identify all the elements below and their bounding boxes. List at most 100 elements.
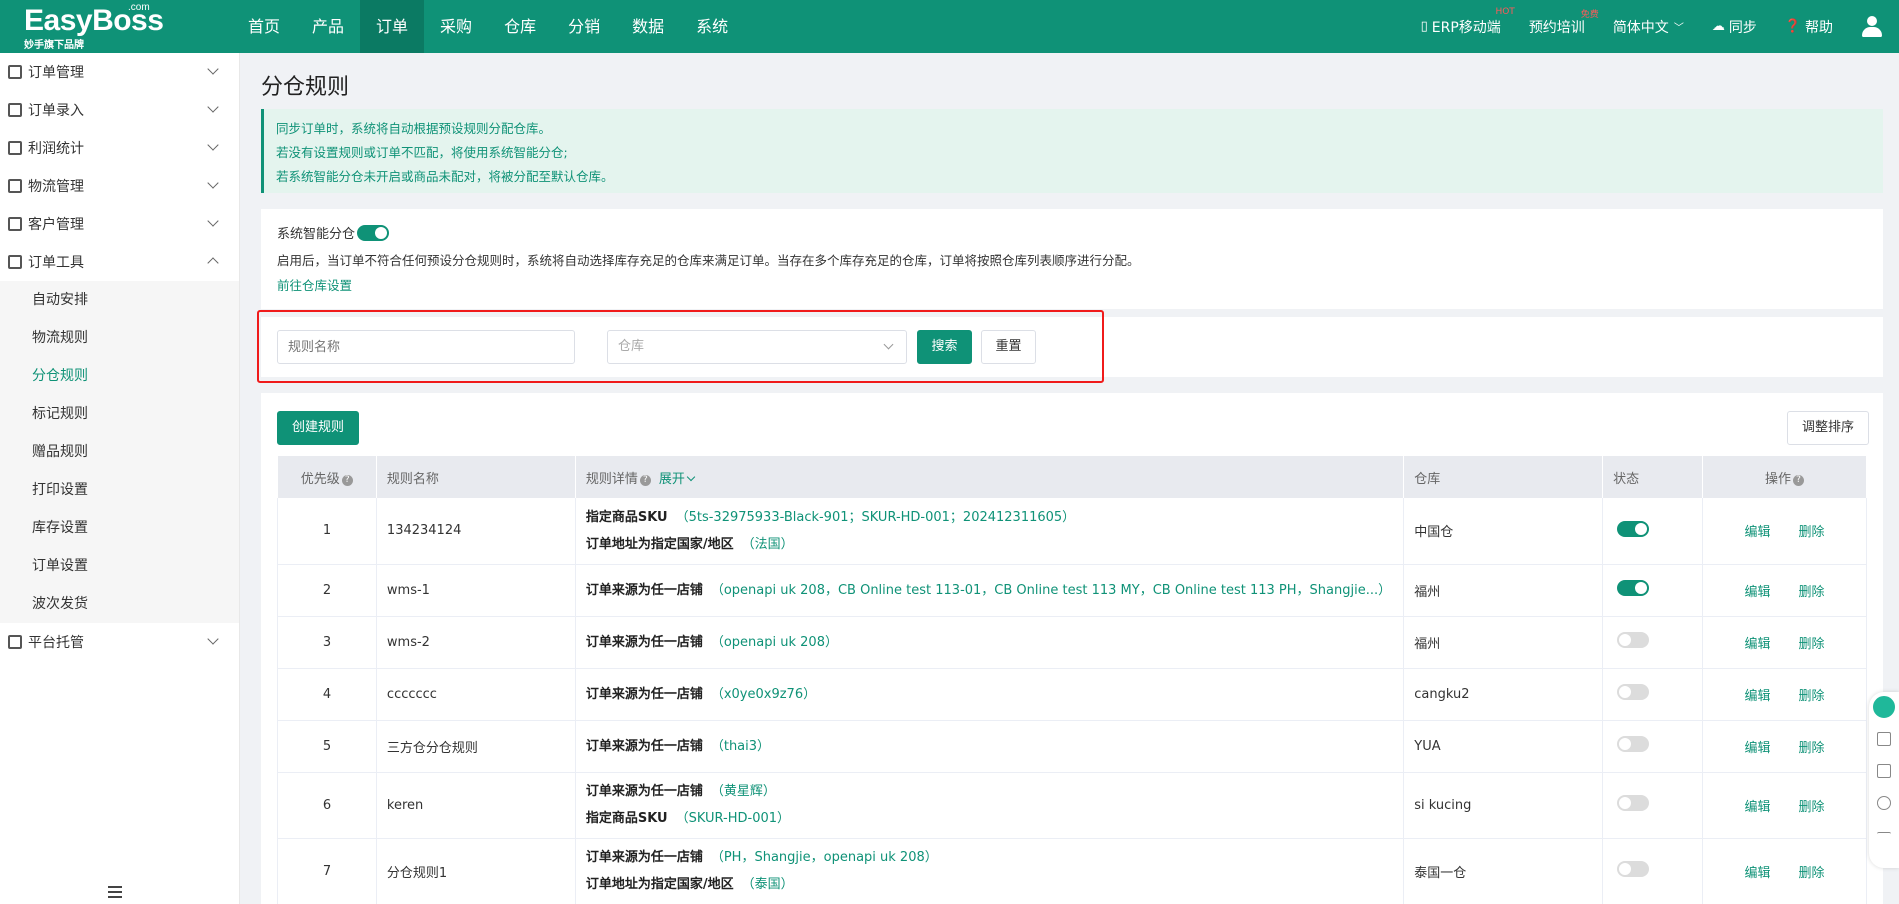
- create-rule-button[interactable]: 创建规则: [277, 411, 359, 445]
- priority-cell: 5: [277, 720, 377, 773]
- profit-icon: [8, 141, 22, 155]
- warehouse-settings-link[interactable]: 前往仓库设置: [277, 275, 1867, 294]
- order-icon: [8, 65, 22, 79]
- notice-box: 同步订单时，系统将自动根据预设规则分配仓库。 若没有设置规则或订单不匹配，将使用…: [261, 109, 1883, 193]
- reorder-button[interactable]: 调整排序: [1787, 411, 1869, 445]
- rule-status-toggle[interactable]: [1617, 632, 1650, 648]
- edit-link[interactable]: 编辑: [1745, 741, 1771, 756]
- rule-status-toggle[interactable]: [1617, 580, 1650, 596]
- delete-link[interactable]: 删除: [1799, 525, 1825, 540]
- sidebar-item[interactable]: 打印设置: [0, 471, 239, 509]
- cloud-upload-icon: ☁: [1711, 19, 1725, 34]
- rule-detail-cell: 订单来源为任一店铺 （openapi uk 208，CB Online test …: [575, 564, 1405, 617]
- rules-table: 优先级? 规则名称 规则详情? 展开 仓库 状态 操作? 1 134234124 指定…: [277, 456, 1867, 904]
- ops-cell: 编辑 删除: [1702, 720, 1867, 773]
- nav-item[interactable]: 仓库: [488, 0, 552, 53]
- rule-detail-label: 订单地址为指定国家/地区: [585, 536, 734, 552]
- refresh-icon[interactable]: [1877, 796, 1891, 810]
- col-priority: 优先级?: [277, 456, 377, 498]
- chevron-down-icon: [686, 472, 696, 481]
- rule-status-toggle[interactable]: [1617, 520, 1650, 537]
- delete-link[interactable]: 删除: [1799, 637, 1825, 652]
- sidebar-group[interactable]: 订单工具: [0, 243, 239, 281]
- nav-item[interactable]: 订单: [360, 0, 425, 53]
- rule-status-toggle[interactable]: [1617, 795, 1650, 811]
- sidebar-group[interactable]: 平台托管: [0, 623, 239, 661]
- delete-link[interactable]: 删除: [1799, 689, 1825, 704]
- brand-com: .com: [128, 2, 150, 13]
- floating-toolbar: [1869, 692, 1899, 868]
- warehouse-cell: si kucing: [1403, 772, 1604, 839]
- sidebar-item[interactable]: 分仓规则: [0, 357, 239, 395]
- nav-item[interactable]: 产品: [296, 0, 360, 53]
- warehouse-cell: YUA: [1403, 720, 1604, 773]
- rule-detail-cell: 订单来源为任一店铺 （openapi uk 208）: [575, 616, 1405, 669]
- sidebar-item[interactable]: 库存设置: [0, 509, 239, 547]
- nav-item[interactable]: 采购: [424, 0, 488, 53]
- nav-item[interactable]: 首页: [232, 0, 296, 53]
- help-button[interactable]: ❓ 帮助: [1785, 17, 1833, 37]
- sidebar-item[interactable]: 波次发货: [0, 585, 239, 623]
- sidebar-item[interactable]: 标记规则: [0, 395, 239, 433]
- rule-name-cell: 分仓规则1: [376, 838, 576, 904]
- ops-cell: 编辑 删除: [1702, 772, 1867, 839]
- sidebar-group[interactable]: 利润统计: [0, 129, 239, 167]
- rule-detail-value: （PH，Shangjie，openapi uk 208）: [710, 850, 938, 865]
- rule-detail-value: （x0ye0x9z76）: [710, 686, 817, 702]
- edit-link[interactable]: 编辑: [1745, 525, 1771, 540]
- rule-detail-line: 订单来源为任一店铺 （PH，Shangjie，openapi uk 208）: [586, 844, 1403, 871]
- rule-status-toggle[interactable]: [1617, 736, 1650, 752]
- collapse-menu-icon[interactable]: [108, 886, 122, 898]
- table-row: 6 keren 订单来源为任一店铺 （黄星辉） 指定商品SKU （SKUR-HD-001）…: [277, 772, 1867, 839]
- sync-button[interactable]: ☁ 同步: [1712, 17, 1757, 37]
- delete-link[interactable]: 删除: [1799, 800, 1825, 815]
- search-button[interactable]: 搜索: [917, 330, 972, 364]
- sidebar-item[interactable]: 自动安排: [0, 281, 239, 319]
- nav-item[interactable]: 系统: [680, 0, 744, 53]
- nav-item[interactable]: 分销: [552, 0, 616, 53]
- sidebar-group-label: 平台托管: [28, 635, 84, 651]
- nav-item[interactable]: 数据: [616, 0, 680, 53]
- sidebar-group[interactable]: 订单录入: [0, 91, 239, 129]
- sidebar-item[interactable]: 物流规则: [0, 319, 239, 357]
- rule-status-toggle[interactable]: [1617, 684, 1650, 700]
- user-icon[interactable]: [1861, 15, 1883, 38]
- question-icon[interactable]: ?: [639, 474, 651, 486]
- back-to-top-icon[interactable]: [1877, 832, 1891, 846]
- rule-name-input[interactable]: [277, 330, 575, 364]
- rule-detail-line: 指定商品SKU （SKUR-HD-001）: [586, 805, 1403, 832]
- question-icon[interactable]: ?: [341, 474, 353, 486]
- training-link[interactable]: 预约培训 免费: [1529, 10, 1599, 37]
- expand-toggle[interactable]: 展开: [659, 472, 696, 487]
- delete-link[interactable]: 删除: [1799, 585, 1825, 600]
- warehouse-select[interactable]: 仓库: [607, 330, 907, 364]
- logo[interactable]: EasyBoss .com 妙手旗下品牌: [0, 0, 230, 53]
- rule-detail-line: 订单地址为指定国家/地区 （法国）: [586, 531, 1403, 558]
- edit-link[interactable]: 编辑: [1745, 800, 1771, 815]
- status-cell: [1602, 720, 1704, 773]
- support-avatar[interactable]: [1871, 694, 1897, 720]
- question-icon[interactable]: ?: [1793, 474, 1805, 486]
- delete-link[interactable]: 删除: [1799, 741, 1825, 756]
- edit-link[interactable]: 编辑: [1745, 689, 1771, 704]
- rule-status-toggle[interactable]: [1617, 861, 1650, 877]
- rule-detail-line: 订单来源为任一店铺 （thai3）: [586, 733, 1403, 760]
- sidebar-group[interactable]: 客户管理: [0, 205, 239, 243]
- edit-link[interactable]: 编辑: [1745, 585, 1771, 600]
- edit-link[interactable]: 编辑: [1745, 866, 1771, 881]
- sidebar-group-label: 订单管理: [28, 65, 84, 81]
- sidebar-group[interactable]: 订单管理: [0, 53, 239, 91]
- message-icon[interactable]: [1877, 764, 1891, 778]
- main-nav: 首页 产品 订单 采购 仓库 分销 数据 系统: [232, 0, 744, 53]
- delete-link[interactable]: 删除: [1799, 866, 1825, 881]
- chevron-down-icon: [207, 215, 219, 227]
- reset-button[interactable]: 重置: [981, 330, 1036, 364]
- sidebar-group[interactable]: 物流管理: [0, 167, 239, 205]
- feedback-icon[interactable]: [1877, 732, 1891, 746]
- smart-warehouse-toggle[interactable]: [357, 224, 390, 241]
- language-select[interactable]: 简体中文 ﹀: [1613, 17, 1684, 37]
- sidebar-item[interactable]: 订单设置: [0, 547, 239, 585]
- erp-mobile-link[interactable]: ▯ ERP移动端 HOT: [1421, 7, 1515, 37]
- edit-link[interactable]: 编辑: [1745, 637, 1771, 652]
- sidebar-item[interactable]: 赠品规则: [0, 433, 239, 471]
